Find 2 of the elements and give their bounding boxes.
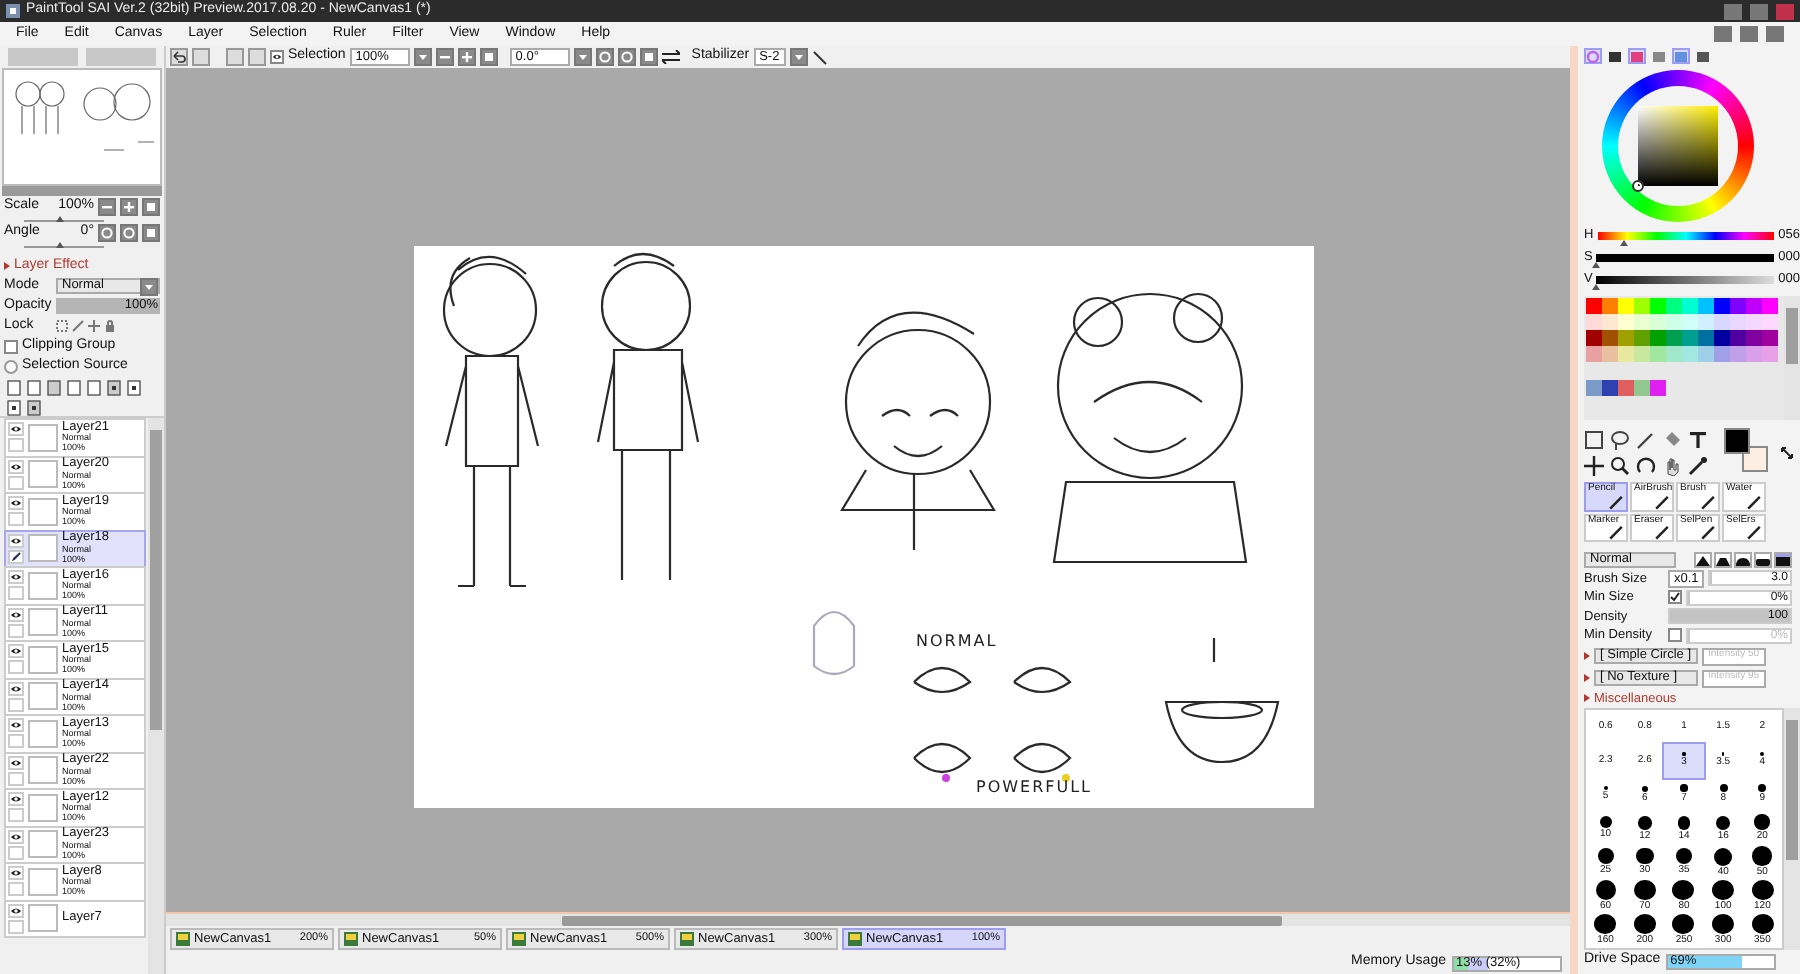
handwritten-label: POWERFULL [976, 778, 1093, 797]
handwritten-label: NORMAL [916, 632, 998, 651]
